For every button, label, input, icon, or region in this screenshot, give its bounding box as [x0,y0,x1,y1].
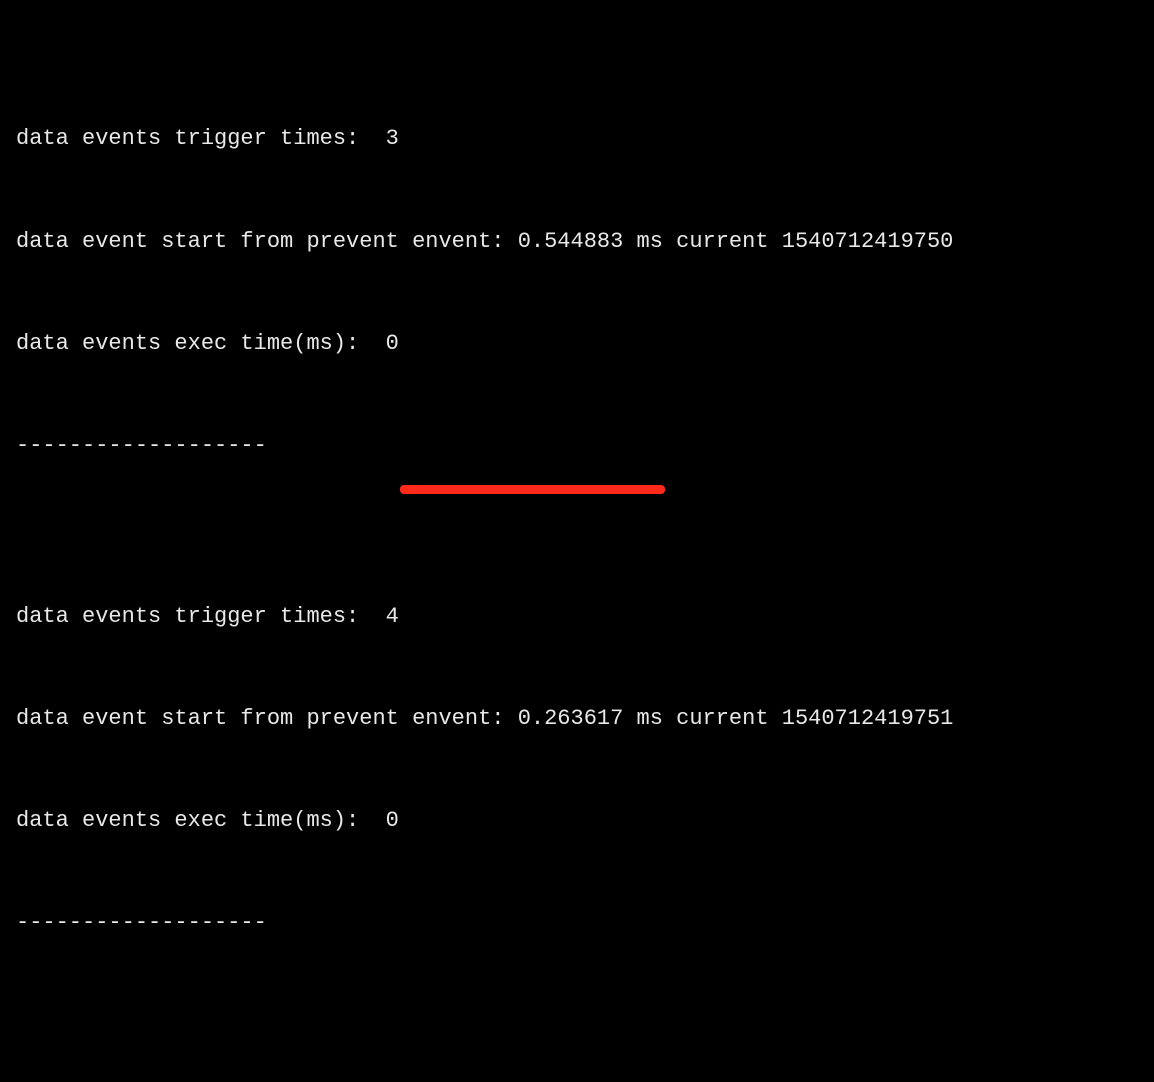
value-trigger: 3 [386,126,399,151]
label-current: current [663,706,782,731]
log-line-exec: data events exec time(ms): 0 [16,804,1138,838]
value-trigger: 4 [386,604,399,629]
label-exec: data events exec time(ms): [16,331,386,356]
log-line-trigger: data events trigger times: 5 [16,1077,1138,1082]
label-trigger: data events trigger times: [16,126,386,151]
label-start: data event start from prevent envent: [16,229,518,254]
label-ms: ms [623,229,663,254]
label-current: current [663,229,782,254]
label-start: data event start from prevent envent: [16,706,518,731]
log-line-trigger: data events trigger times: 3 [16,122,1138,156]
value-current: 1540712419751 [782,706,954,731]
value-exec: 0 [386,808,399,833]
log-line-start: data event start from prevent envent: 0.… [16,225,1138,259]
log-line-trigger: data events trigger times: 4 [16,600,1138,634]
log-line-start: data event start from prevent envent: 0.… [16,702,1138,736]
annotation-underline [400,485,665,494]
value-start-ms: 0.544883 [518,229,624,254]
value-current: 1540712419750 [782,229,954,254]
log-separator: ------------------- [16,906,1138,940]
value-exec: 0 [386,331,399,356]
log-separator: ------------------- [16,429,1138,463]
label-trigger: data events trigger times: [16,604,386,629]
label-ms: ms [623,706,663,731]
value-start-ms: 0.263617 [518,706,624,731]
log-line-exec: data events exec time(ms): 0 [16,327,1138,361]
label-exec: data events exec time(ms): [16,808,386,833]
terminal-output: data events trigger times: 3 data event … [0,0,1154,1082]
